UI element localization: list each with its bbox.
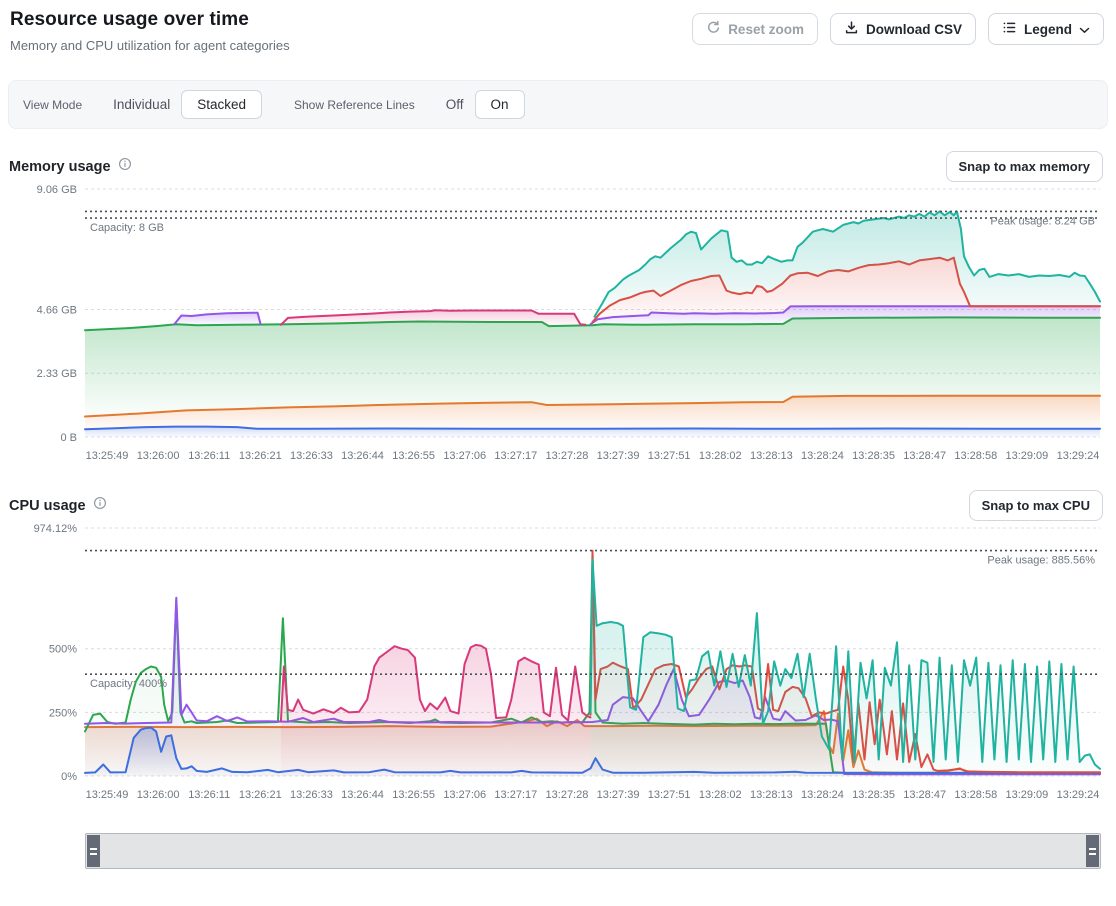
view-mode-stacked-option[interactable]: Stacked	[181, 90, 262, 119]
svg-text:13:28:58: 13:28:58	[954, 789, 997, 801]
page-header: Resource usage over time Memory and CPU …	[0, 0, 1116, 53]
download-icon	[844, 20, 859, 38]
svg-text:13:26:44: 13:26:44	[341, 789, 384, 801]
svg-text:13:27:17: 13:27:17	[494, 450, 537, 462]
download-csv-button[interactable]: Download CSV	[830, 13, 976, 45]
svg-text:13:28:02: 13:28:02	[699, 789, 742, 801]
svg-text:13:27:06: 13:27:06	[443, 789, 486, 801]
svg-text:13:26:21: 13:26:21	[239, 450, 282, 462]
svg-text:13:26:55: 13:26:55	[392, 789, 435, 801]
brush-grip	[1089, 848, 1096, 850]
svg-text:13:27:51: 13:27:51	[648, 789, 691, 801]
svg-text:Peak usage: 885.56%: Peak usage: 885.56%	[987, 555, 1095, 567]
svg-text:13:28:35: 13:28:35	[852, 789, 895, 801]
legend-button[interactable]: Legend	[988, 13, 1104, 45]
svg-text:13:27:28: 13:27:28	[546, 450, 589, 462]
memory-chart[interactable]: 9.06 GB 4.66 GB 2.33 GB 0 B Capacity: 8 GB Pe…	[0, 182, 1116, 464]
cpu-section-header: CPU usage Snap to max CPU	[0, 490, 1116, 521]
reference-lines-on-option[interactable]: On	[475, 90, 525, 119]
svg-text:13:29:09: 13:29:09	[1005, 789, 1048, 801]
svg-text:13:26:11: 13:26:11	[188, 450, 230, 462]
svg-text:13:25:49: 13:25:49	[86, 789, 129, 801]
reference-lines-off-option[interactable]: Off	[435, 91, 475, 118]
memory-section-header: Memory usage Snap to max memory	[0, 151, 1116, 182]
svg-text:13:26:33: 13:26:33	[290, 450, 333, 462]
svg-text:13:26:11: 13:26:11	[188, 789, 230, 801]
svg-text:13:28:24: 13:28:24	[801, 450, 844, 462]
info-icon[interactable]	[118, 157, 132, 176]
svg-text:Capacity: 8 GB: Capacity: 8 GB	[90, 222, 164, 234]
info-icon[interactable]	[93, 496, 107, 515]
header-actions: Reset zoom Download CSV	[692, 13, 1104, 45]
chevron-down-icon	[1079, 22, 1090, 37]
svg-text:13:27:51: 13:27:51	[648, 450, 691, 462]
svg-text:974.12%: 974.12%	[34, 523, 78, 535]
memory-section-title: Memory usage	[9, 159, 111, 175]
view-mode-individual-option[interactable]: Individual	[102, 91, 181, 118]
svg-text:13:26:33: 13:26:33	[290, 789, 333, 801]
svg-text:250%: 250%	[49, 707, 77, 719]
svg-text:13:27:28: 13:27:28	[546, 789, 589, 801]
view-mode-label: View Mode	[23, 98, 82, 112]
cpu-section-title: CPU usage	[9, 498, 86, 514]
reset-zoom-button[interactable]: Reset zoom	[692, 13, 818, 45]
svg-text:13:28:13: 13:28:13	[750, 789, 793, 801]
svg-text:13:27:06: 13:27:06	[443, 450, 486, 462]
svg-text:13:28:47: 13:28:47	[903, 450, 946, 462]
svg-text:13:28:35: 13:28:35	[852, 450, 895, 462]
snap-to-max-memory-button[interactable]: Snap to max memory	[946, 151, 1104, 182]
header-titles: Resource usage over time Memory and CPU …	[10, 9, 290, 53]
page-title: Resource usage over time	[10, 9, 290, 31]
snap-to-max-cpu-button[interactable]: Snap to max CPU	[969, 490, 1103, 521]
svg-text:13:28:47: 13:28:47	[903, 789, 946, 801]
svg-text:Peak usage: 8.24 GB: Peak usage: 8.24 GB	[990, 215, 1095, 227]
svg-text:13:26:00: 13:26:00	[137, 450, 180, 462]
svg-text:13:28:13: 13:28:13	[750, 450, 793, 462]
view-options-toolbar: View Mode Individual Stacked Show Refere…	[8, 80, 1108, 129]
svg-text:0%: 0%	[61, 771, 77, 783]
svg-text:13:28:58: 13:28:58	[954, 450, 997, 462]
svg-text:Capacity: 400%: Capacity: 400%	[90, 678, 167, 690]
brush-grip	[90, 848, 97, 850]
svg-text:9.06 GB: 9.06 GB	[37, 184, 77, 196]
svg-text:0 B: 0 B	[60, 432, 77, 444]
svg-text:13:28:24: 13:28:24	[801, 789, 844, 801]
brush-handle-right[interactable]	[1086, 835, 1099, 867]
refresh-icon	[706, 20, 721, 38]
svg-text:13:27:39: 13:27:39	[597, 789, 640, 801]
page-subtitle: Memory and CPU utilization for agent cat…	[10, 38, 290, 53]
svg-text:4.66 GB: 4.66 GB	[37, 304, 77, 316]
brush-grip	[90, 853, 97, 855]
svg-text:13:29:09: 13:29:09	[1005, 450, 1048, 462]
time-range-brush[interactable]	[85, 833, 1101, 869]
brush-handle-left[interactable]	[87, 835, 100, 867]
svg-text:13:26:21: 13:26:21	[239, 789, 282, 801]
svg-text:13:27:39: 13:27:39	[597, 450, 640, 462]
dashboard-page: Resource usage over time Memory and CPU …	[0, 0, 1116, 906]
svg-text:2.33 GB: 2.33 GB	[37, 368, 77, 380]
brush-grip	[1089, 853, 1096, 855]
svg-text:13:28:02: 13:28:02	[699, 450, 742, 462]
svg-text:13:29:24: 13:29:24	[1057, 789, 1100, 801]
svg-text:500%: 500%	[49, 644, 77, 656]
legend-list-icon	[1002, 20, 1017, 38]
cpu-chart[interactable]: 974.12% 500% 250% 0% Capacity: 400% Peak usag…	[0, 521, 1116, 803]
svg-text:13:29:24: 13:29:24	[1057, 450, 1100, 462]
svg-text:13:26:44: 13:26:44	[341, 450, 384, 462]
svg-text:13:25:49: 13:25:49	[86, 450, 129, 462]
reference-lines-label: Show Reference Lines	[294, 98, 415, 112]
svg-text:13:26:55: 13:26:55	[392, 450, 435, 462]
svg-text:13:26:00: 13:26:00	[137, 789, 180, 801]
svg-text:13:27:17: 13:27:17	[494, 789, 537, 801]
